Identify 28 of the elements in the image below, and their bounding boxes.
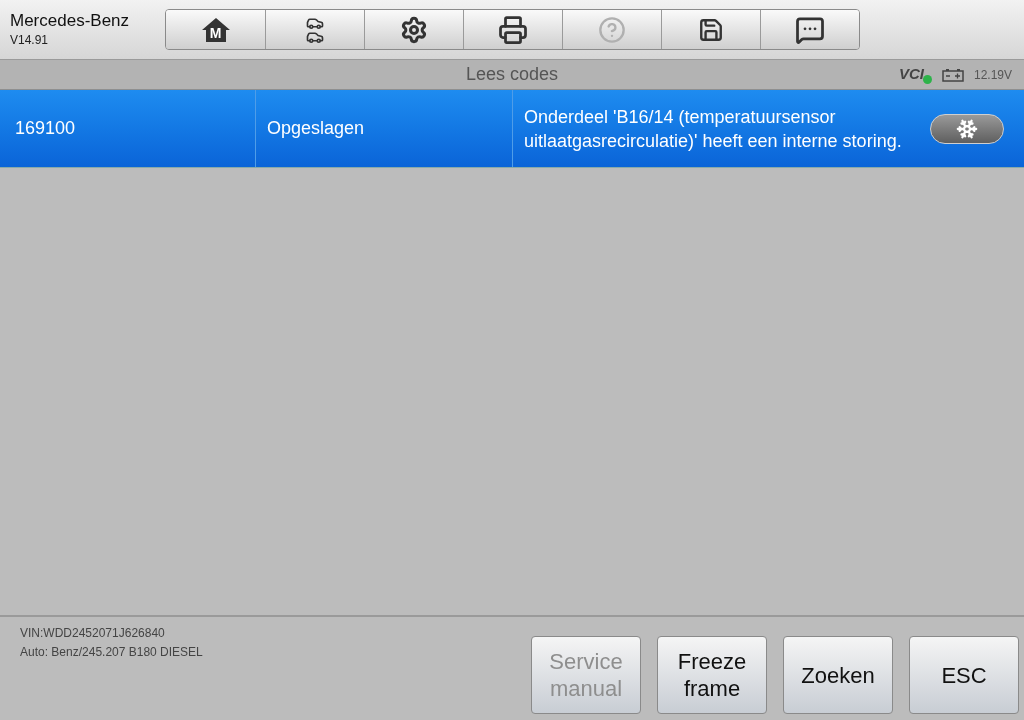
vci-label: VCI [898, 64, 924, 85]
settings-icon [400, 15, 428, 44]
status-cell: Opgeslagen [256, 90, 513, 167]
freeze-frame-button[interactable] [930, 113, 1004, 144]
vin-label: VIN:WDD2452071J626840 [20, 625, 166, 642]
description-cell-text: Onderdeel 'B16/14 (temperatuursensor uitlaatgasrecirculatie)' heeft een interne storing. [523, 105, 903, 153]
help-icon [598, 15, 626, 44]
toolbar-button[interactable] [265, 10, 364, 49]
vehicle-label: Auto: Benz/245.207 B180 DIESEL [20, 644, 204, 661]
code-row[interactable]: 169100 Opgeslagen Onderdeel 'B16/14 (temperatuursensor uitlaatgasrecirculatie)' heeft een interne storing. [0, 90, 1024, 168]
code-cell: 169100 [0, 90, 256, 167]
voltage-label: 12.19V [973, 66, 1012, 84]
home-icon: M [200, 16, 231, 43]
battery-icon [941, 67, 964, 82]
toolbar-button[interactable]: M [166, 10, 265, 49]
toolbar-button[interactable] [463, 10, 562, 49]
toolbar-button[interactable] [364, 10, 463, 49]
chat-icon [795, 14, 825, 45]
toolbar-button[interactable] [760, 10, 859, 49]
action-button[interactable]: Zoeken [783, 636, 893, 714]
toolbar-button[interactable] [661, 10, 760, 49]
action-button[interactable]: ESC [909, 636, 1019, 714]
action-button[interactable]: Freeze frame [657, 636, 767, 714]
screen-title: Lees codes [465, 63, 559, 86]
printer-icon [498, 14, 528, 45]
version-label: V14.91 [10, 32, 50, 50]
snowflake-icon [956, 117, 978, 140]
app-title: Mercedes-Benz [10, 9, 131, 32]
